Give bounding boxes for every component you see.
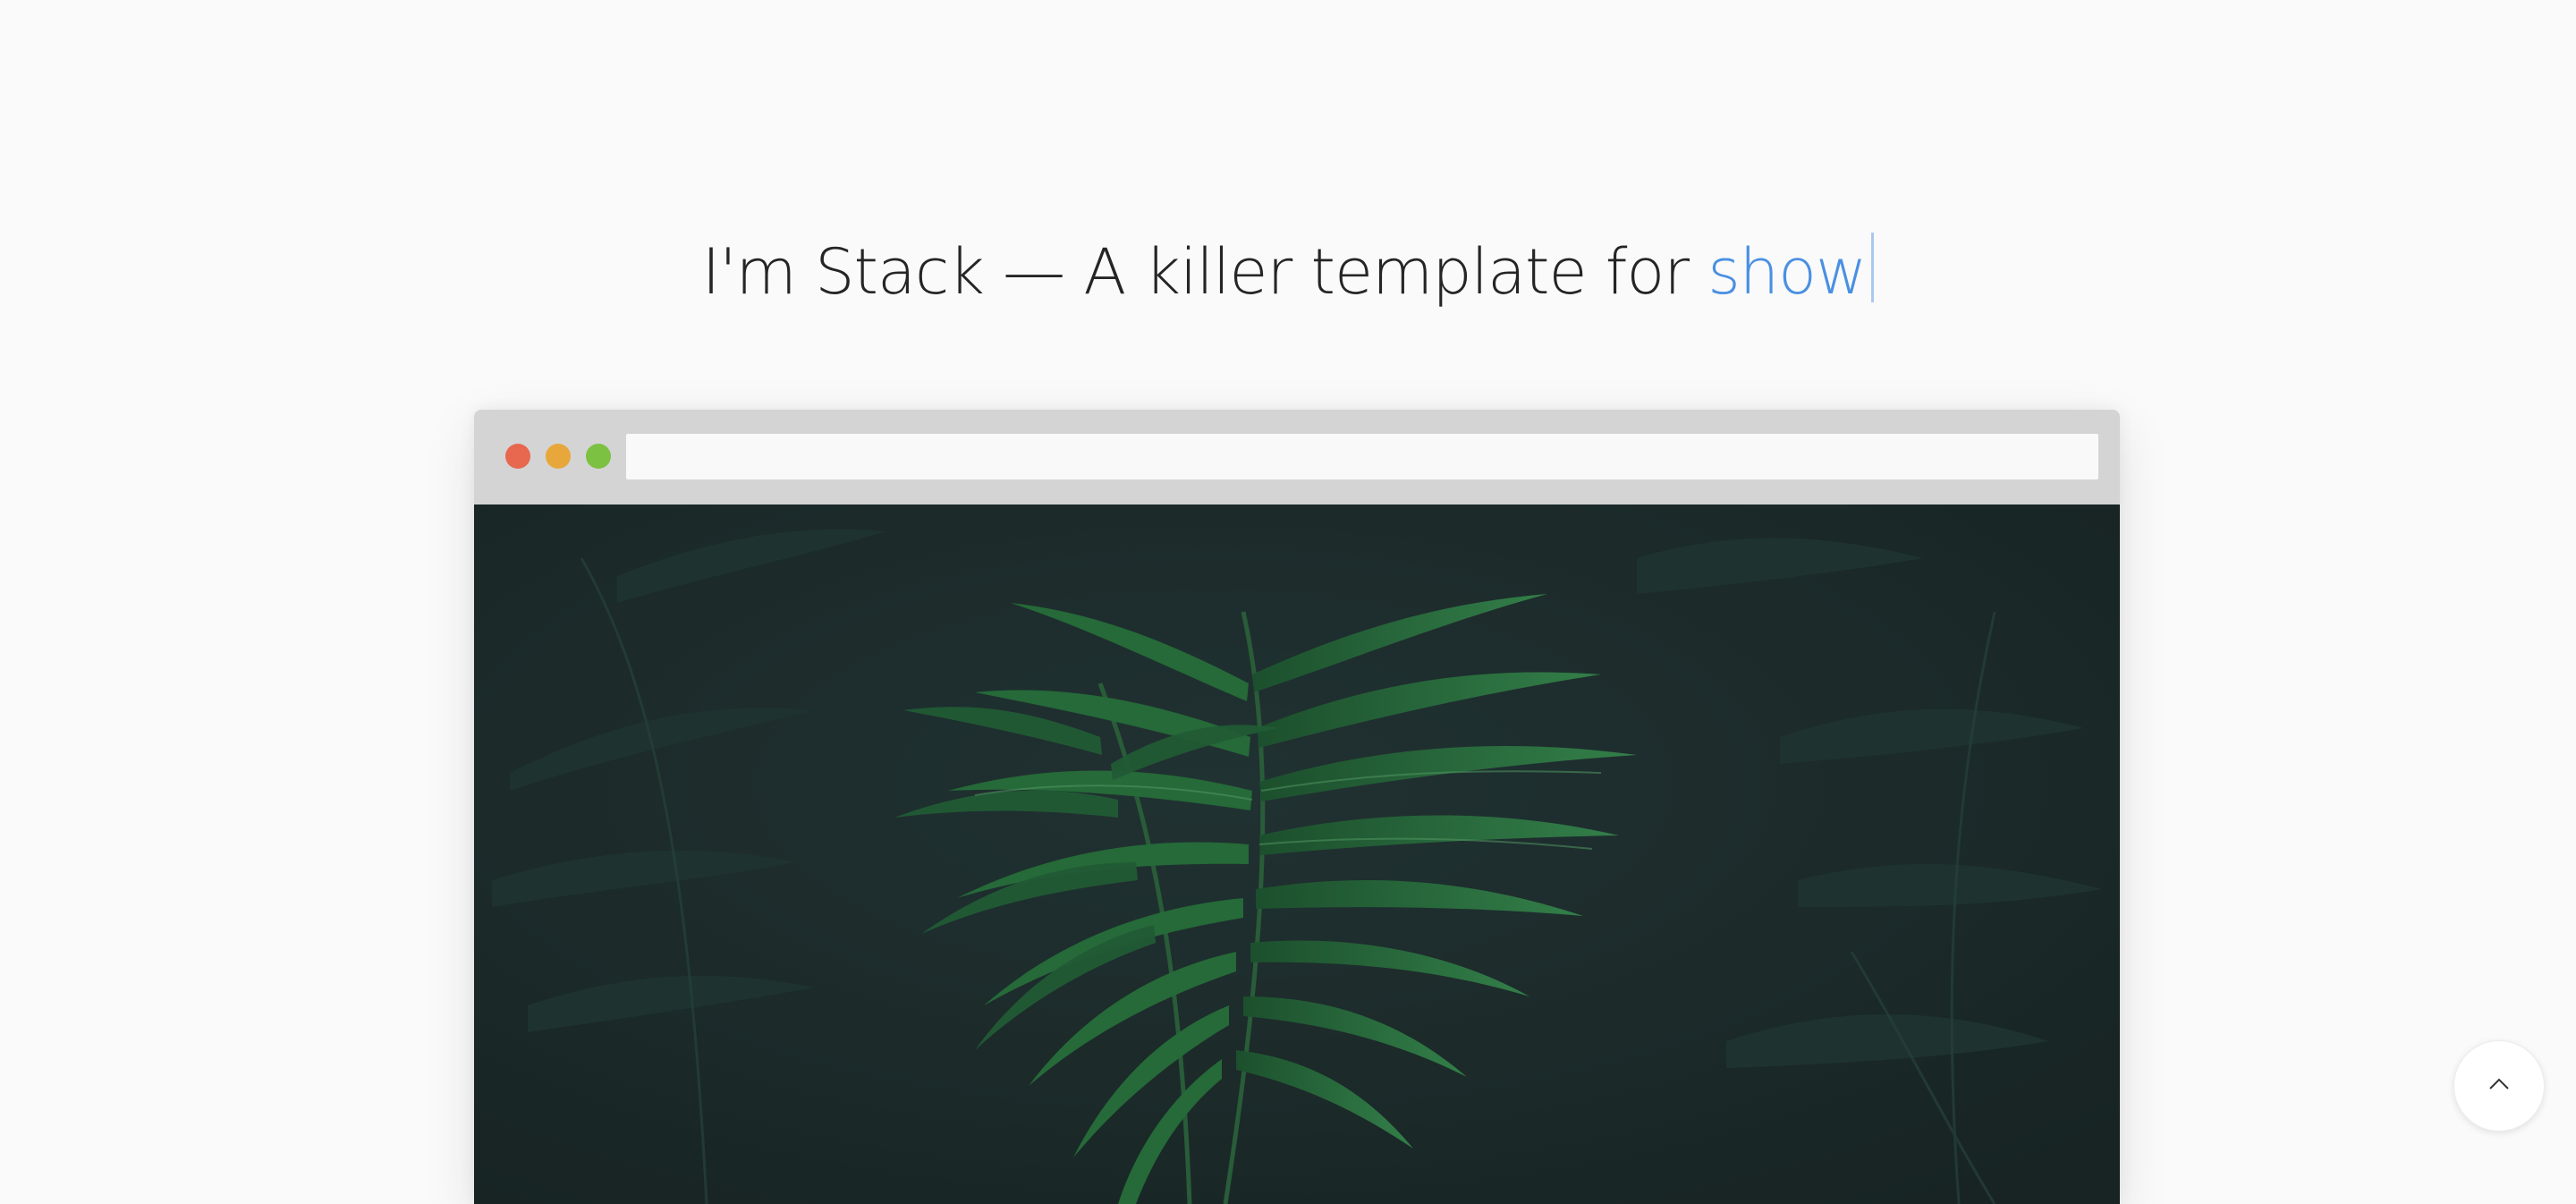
fern-illustration: [474, 504, 2120, 1204]
chevron-up-icon: [2487, 1076, 2511, 1096]
hero-typed-word: show: [1707, 234, 1867, 309]
window-close-dot: [505, 444, 530, 469]
browser-address-bar: [626, 434, 2098, 479]
typing-caret: [1871, 232, 1875, 302]
window-minimize-dot: [546, 444, 571, 469]
hero-headline-text: I'm Stack — A killer template for: [701, 234, 1708, 309]
window-maximize-dot: [586, 444, 611, 469]
fern-leaves-image: [474, 504, 2120, 1204]
hero-headline: I'm Stack — A killer template for show: [0, 232, 2576, 312]
browser-mockup: [474, 410, 2120, 1204]
browser-toolbar: [474, 410, 2120, 504]
scroll-to-top-button[interactable]: [2453, 1040, 2545, 1132]
